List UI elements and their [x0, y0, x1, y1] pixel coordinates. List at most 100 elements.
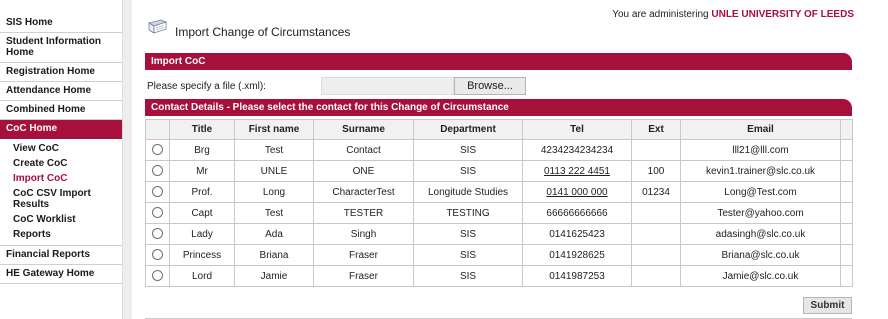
cell-ext	[631, 223, 681, 245]
sidebar-item-coc-home[interactable]: CoC Home	[0, 120, 122, 139]
cell-title: Lady	[169, 223, 235, 245]
cell-department: Longitude Studies	[413, 181, 523, 203]
cell-tel: 0141928625	[522, 244, 632, 266]
cell-tel: 0113 222 4451	[522, 160, 632, 182]
university-name: UNLE UNIVERSITY OF LEEDS	[711, 9, 854, 20]
header-filler	[840, 119, 853, 140]
table-row: Brg Test Contact SIS 4234234234234 lll21…	[145, 139, 853, 161]
cell-ext	[631, 244, 681, 266]
sidebar-item-registration-home[interactable]: Registration Home	[0, 63, 122, 82]
cell-first-name: Long	[234, 181, 314, 203]
cell-department: TESTING	[413, 202, 523, 224]
table-row: Lord Jamie Fraser SIS 0141987253 Jamie@s…	[145, 265, 853, 287]
sidebar-item-financial-reports[interactable]: Financial Reports	[0, 246, 122, 265]
header-email: Email	[680, 119, 841, 140]
page-title: Import Change of Circumstances	[175, 25, 351, 39]
submit-button[interactable]: Submit	[803, 297, 852, 314]
sidebar-item-combined-home[interactable]: Combined Home	[0, 101, 122, 120]
cell-first-name: Jamie	[234, 265, 314, 287]
cell-department: SIS	[413, 160, 523, 182]
table-row: Prof. Long CharacterTest Longitude Studi…	[145, 181, 853, 203]
file-path-input[interactable]	[321, 77, 454, 95]
cell-filler	[840, 244, 853, 266]
tel-link[interactable]: 0113 222 4451	[544, 166, 610, 177]
cell-title: Capt	[169, 202, 235, 224]
sidebar-subitem-import-coc[interactable]: Import CoC	[0, 171, 122, 186]
sidebar-subitem-coc-worklist[interactable]: CoC Worklist	[0, 212, 122, 227]
table-row: Mr UNLE ONE SIS 0113 222 4451 100 kevin1…	[145, 160, 853, 182]
contact-radio[interactable]	[152, 165, 163, 177]
sidebar-subitem-reports[interactable]: Reports	[0, 227, 122, 242]
header-department: Department	[413, 119, 523, 140]
sidebar-subitem-create-coc[interactable]: Create CoC	[0, 156, 122, 171]
tel-link[interactable]: 0141 000 000	[546, 187, 607, 198]
cell-filler	[840, 202, 853, 224]
sidebar-item-he-gateway-home[interactable]: HE Gateway Home	[0, 265, 122, 284]
header-first-name: First name	[234, 119, 314, 140]
cell-ext: 01234	[631, 181, 681, 203]
row-select-cell	[145, 244, 170, 266]
cell-first-name: Briana	[234, 244, 314, 266]
cell-tel: 0141 000 000	[522, 181, 632, 203]
cell-email: adasingh@slc.co.uk	[680, 223, 841, 245]
cell-email: Briana@slc.co.uk	[680, 244, 841, 266]
cell-department: SIS	[413, 265, 523, 287]
admin-line: You are administering UNLE UNIVERSITY OF…	[612, 9, 854, 20]
cell-surname: Fraser	[313, 265, 414, 287]
row-select-cell	[145, 139, 170, 161]
cell-ext	[631, 265, 681, 287]
import-coc-panel-header: Import CoC	[145, 53, 852, 70]
cell-filler	[840, 223, 853, 245]
cell-first-name: Test	[234, 202, 314, 224]
admin-prefix: You are administering	[612, 9, 709, 20]
cell-title: Prof.	[169, 181, 235, 203]
header-tel: Tel	[522, 119, 632, 140]
contact-radio[interactable]	[152, 144, 163, 156]
sidebar-subitem-coc-csv-import-results[interactable]: CoC CSV Import Results	[0, 186, 122, 212]
contact-radio[interactable]	[152, 228, 163, 240]
cell-email: kevin1.trainer@slc.co.uk	[680, 160, 841, 182]
cell-title: Mr	[169, 160, 235, 182]
cell-email: Long@Test.com	[680, 181, 841, 203]
sidebar-nav: SIS Home Student Information Home Regist…	[0, 14, 122, 284]
cell-ext: 100	[631, 160, 681, 182]
sidebar-item-attendance-home[interactable]: Attendance Home	[0, 82, 122, 101]
contact-radio[interactable]	[152, 270, 163, 282]
cell-surname: Fraser	[313, 244, 414, 266]
row-select-cell	[145, 265, 170, 287]
cell-title: Brg	[169, 139, 235, 161]
contact-radio[interactable]	[152, 207, 163, 219]
cell-email: lll21@lll.com	[680, 139, 841, 161]
cell-surname: Contact	[313, 139, 414, 161]
cell-filler	[840, 181, 853, 203]
row-select-cell	[145, 160, 170, 182]
cell-email: Jamie@slc.co.uk	[680, 265, 841, 287]
browse-button[interactable]: Browse...	[454, 77, 526, 95]
cell-tel: 66666666666	[522, 202, 632, 224]
cell-tel: 0141987253	[522, 265, 632, 287]
header-ext: Ext	[631, 119, 681, 140]
table-row: Capt Test TESTER TESTING 66666666666 Tes…	[145, 202, 853, 224]
sidebar-item-student-information-home[interactable]: Student Information Home	[0, 33, 122, 63]
row-select-cell	[145, 181, 170, 203]
cell-surname: Singh	[313, 223, 414, 245]
cell-first-name: Ada	[234, 223, 314, 245]
table-header-row: Title First name Surname Department Tel …	[145, 119, 853, 140]
table-row: Lady Ada Singh SIS 0141625423 adasingh@s…	[145, 223, 853, 245]
row-select-cell	[145, 223, 170, 245]
contact-radio[interactable]	[152, 186, 163, 198]
cell-ext	[631, 139, 681, 161]
cell-department: SIS	[413, 244, 523, 266]
sidebar-item-sis-home[interactable]: SIS Home	[0, 14, 122, 33]
cell-email: Tester@yahoo.com	[680, 202, 841, 224]
cell-title: Lord	[169, 265, 235, 287]
sidebar-subitem-view-coc[interactable]: View CoC	[0, 141, 122, 156]
cell-title: Princess	[169, 244, 235, 266]
cell-ext	[631, 202, 681, 224]
cell-surname: ONE	[313, 160, 414, 182]
contact-radio[interactable]	[152, 249, 163, 261]
table-row: Princess Briana Fraser SIS 0141928625 Br…	[145, 244, 853, 266]
file-label: Please specify a file (.xml):	[147, 81, 266, 92]
cell-department: SIS	[413, 223, 523, 245]
coc-subnav: View CoC Create CoC Import CoC CoC CSV I…	[0, 139, 122, 246]
